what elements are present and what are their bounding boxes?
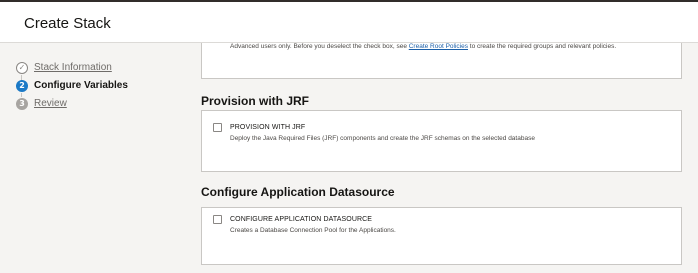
step-review[interactable]: 3 Review — [16, 98, 176, 112]
checkmark-icon: ✓ — [16, 62, 28, 74]
step-configure-variables: 2 Configure Variables — [16, 80, 176, 94]
provision-jrf-label: PROVISION WITH JRF — [230, 124, 306, 131]
provision-jrf-checkbox[interactable] — [213, 123, 222, 132]
configure-datasource-description: Creates a Database Connection Pool for t… — [230, 227, 396, 234]
step-label: Configure Variables — [34, 80, 128, 91]
create-root-policies-link[interactable]: Create Root Policies — [409, 43, 468, 50]
configure-datasource-checkbox[interactable] — [213, 215, 222, 224]
step-label[interactable]: Stack Information — [34, 62, 112, 74]
step-number-badge: 3 — [16, 98, 28, 110]
advanced-users-note: Advanced users only. Before you deselect… — [230, 43, 616, 50]
step-number-badge: 2 — [16, 80, 28, 92]
page-header: Create Stack — [0, 2, 698, 43]
configure-datasource-label: CONFIGURE APPLICATION DATASOURCE — [230, 216, 373, 223]
provision-jrf-description: Deploy the Java Required Files (JRF) com… — [230, 135, 535, 142]
section-title-jrf: Provision with JRF — [201, 94, 310, 108]
note-text: to create the required groups and releva… — [467, 43, 617, 50]
datasource-panel: CONFIGURE APPLICATION DATASOURCE Creates… — [201, 207, 682, 265]
policies-panel: Advanced users only. Before you deselect… — [201, 43, 682, 79]
step-stack-information[interactable]: ✓ Stack Information — [16, 62, 176, 76]
note-text: Advanced users only. Before you deselect… — [230, 43, 409, 50]
jrf-panel: PROVISION WITH JRF Deploy the Java Requi… — [201, 110, 682, 172]
section-title-datasource: Configure Application Datasource — [201, 185, 395, 199]
step-label[interactable]: Review — [34, 98, 67, 110]
page-title: Create Stack — [24, 15, 111, 32]
